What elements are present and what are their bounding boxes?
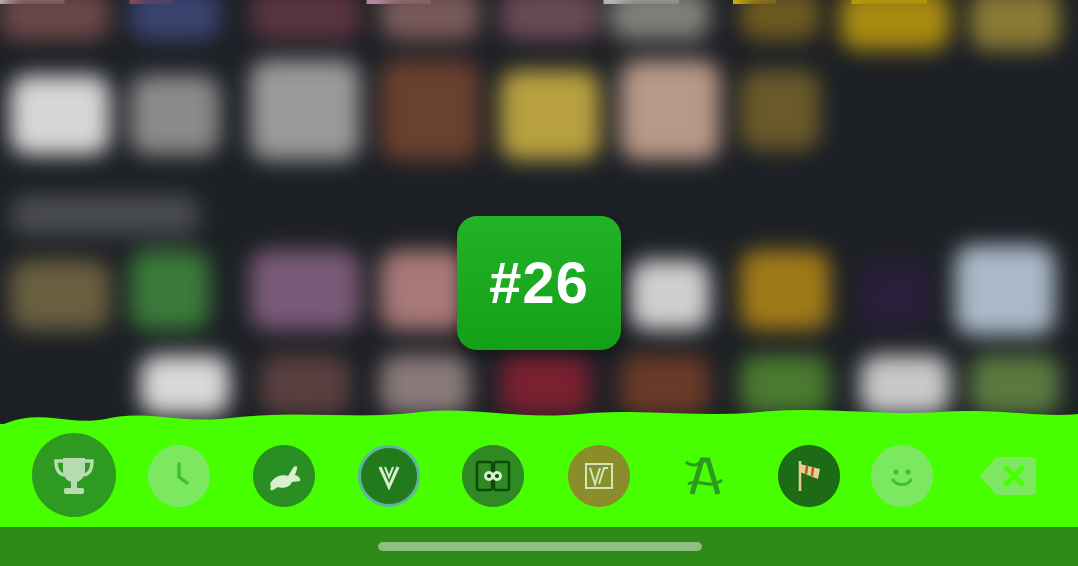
rank-label: #26 bbox=[489, 250, 589, 316]
duo-screens-icon bbox=[475, 460, 511, 492]
split-v-icon bbox=[585, 463, 613, 489]
rabbit-icon bbox=[270, 466, 301, 491]
duo-screens-key[interactable] bbox=[462, 445, 524, 507]
recent-key[interactable] bbox=[148, 445, 210, 507]
vine-key[interactable] bbox=[358, 445, 420, 507]
emoji-keyboard-toolbar bbox=[0, 424, 1078, 527]
split-v-key[interactable] bbox=[568, 445, 630, 507]
rank-badge: #26 bbox=[457, 216, 621, 350]
clock-icon bbox=[177, 462, 189, 485]
abstract-a-icon bbox=[685, 457, 723, 495]
blurred-thumbnails bbox=[0, 0, 1078, 425]
smiley-key[interactable] bbox=[871, 445, 933, 507]
windsock-icon bbox=[798, 461, 820, 491]
windsock-key[interactable] bbox=[778, 445, 840, 507]
home-indicator[interactable] bbox=[378, 542, 702, 551]
delete-key[interactable] bbox=[974, 445, 1040, 507]
delete-key-icon bbox=[980, 457, 1036, 495]
vine-v-icon bbox=[378, 466, 400, 491]
smiley-icon bbox=[891, 469, 913, 486]
trophy-key[interactable] bbox=[32, 433, 116, 517]
trophy-icon bbox=[54, 458, 94, 494]
screen: #26 bbox=[0, 0, 1078, 566]
rabbit-key[interactable] bbox=[253, 445, 315, 507]
blurred-content-grid bbox=[0, 0, 1078, 425]
abstract-a-key[interactable] bbox=[673, 445, 735, 507]
home-indicator-area bbox=[0, 527, 1078, 566]
